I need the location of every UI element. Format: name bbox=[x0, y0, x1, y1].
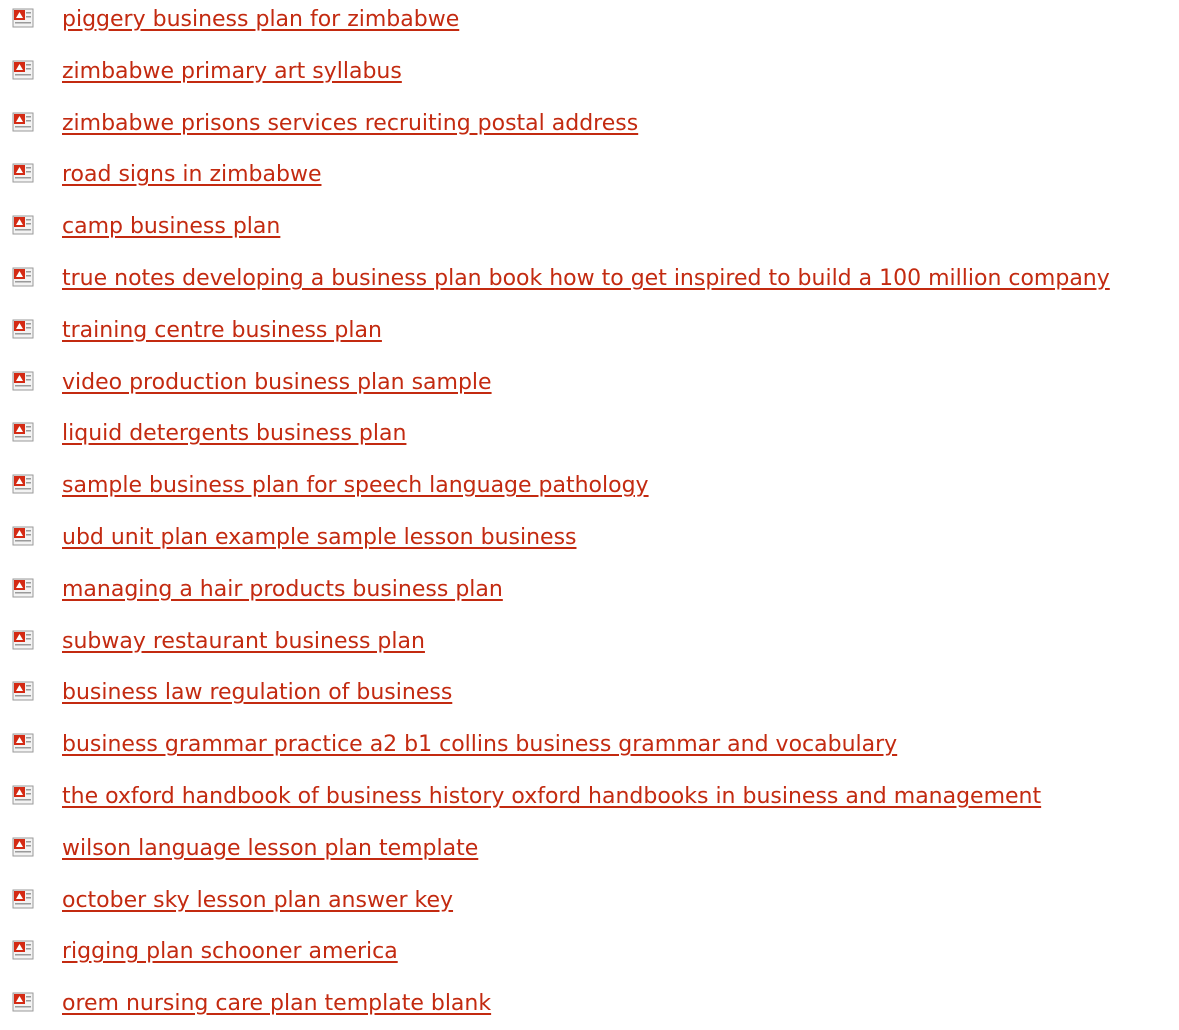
list-item: the oxford handbook of business history … bbox=[0, 783, 1179, 823]
pdf-file-icon[interactable] bbox=[12, 163, 34, 183]
list-item: zimbabwe prisons services recruiting pos… bbox=[0, 110, 1179, 150]
pdf-file-icon[interactable] bbox=[12, 215, 34, 235]
pdf-file-icon[interactable] bbox=[12, 267, 34, 287]
pdf-file-icon[interactable] bbox=[12, 681, 34, 701]
pdf-file-icon[interactable] bbox=[12, 60, 34, 80]
list-item: wilson language lesson plan template bbox=[0, 835, 1179, 875]
list-item: camp business plan bbox=[0, 213, 1179, 253]
pdf-file-icon[interactable] bbox=[12, 889, 34, 909]
pdf-file-icon[interactable] bbox=[12, 371, 34, 391]
list-item: managing a hair products business plan bbox=[0, 576, 1179, 616]
pdf-file-icon[interactable] bbox=[12, 940, 34, 960]
pdf-file-icon[interactable] bbox=[12, 474, 34, 494]
list-item: orem nursing care plan template blank bbox=[0, 990, 1179, 1030]
document-link[interactable]: wilson language lesson plan template bbox=[62, 835, 478, 863]
document-link[interactable]: managing a hair products business plan bbox=[62, 576, 503, 604]
list-item: rigging plan schooner america bbox=[0, 938, 1179, 978]
document-link[interactable]: true notes developing a business plan bo… bbox=[62, 265, 1110, 293]
document-link[interactable]: zimbabwe primary art syllabus bbox=[62, 58, 402, 86]
list-item: road signs in zimbabwe bbox=[0, 161, 1179, 201]
document-link[interactable]: october sky lesson plan answer key bbox=[62, 887, 453, 915]
document-link[interactable]: business law regulation of business bbox=[62, 679, 452, 707]
document-link[interactable]: rigging plan schooner america bbox=[62, 938, 398, 966]
list-item: training centre business plan bbox=[0, 317, 1179, 357]
document-link[interactable]: zimbabwe prisons services recruiting pos… bbox=[62, 110, 638, 138]
document-link[interactable]: road signs in zimbabwe bbox=[62, 161, 321, 189]
document-link[interactable]: sample business plan for speech language… bbox=[62, 472, 649, 500]
list-item: true notes developing a business plan bo… bbox=[0, 265, 1179, 305]
document-link[interactable]: business grammar practice a2 b1 collins … bbox=[62, 731, 897, 759]
document-link[interactable]: camp business plan bbox=[62, 213, 280, 241]
list-item: sample business plan for speech language… bbox=[0, 472, 1179, 512]
pdf-file-icon[interactable] bbox=[12, 630, 34, 650]
document-link[interactable]: video production business plan sample bbox=[62, 369, 492, 397]
document-link[interactable]: ubd unit plan example sample lesson busi… bbox=[62, 524, 577, 552]
pdf-file-icon[interactable] bbox=[12, 526, 34, 546]
list-item: video production business plan sample bbox=[0, 369, 1179, 409]
pdf-file-icon[interactable] bbox=[12, 8, 34, 28]
document-link[interactable]: piggery business plan for zimbabwe bbox=[62, 6, 459, 34]
list-item: business grammar practice a2 b1 collins … bbox=[0, 731, 1179, 771]
pdf-file-icon[interactable] bbox=[12, 837, 34, 857]
document-link[interactable]: subway restaurant business plan bbox=[62, 628, 425, 656]
pdf-file-icon[interactable] bbox=[12, 785, 34, 805]
list-item: zimbabwe primary art syllabus bbox=[0, 58, 1179, 98]
document-link[interactable]: training centre business plan bbox=[62, 317, 382, 345]
list-item: business law regulation of business bbox=[0, 679, 1179, 719]
document-link[interactable]: orem nursing care plan template blank bbox=[62, 990, 491, 1018]
pdf-file-icon[interactable] bbox=[12, 422, 34, 442]
list-item: ubd unit plan example sample lesson busi… bbox=[0, 524, 1179, 564]
pdf-file-icon[interactable] bbox=[12, 992, 34, 1012]
pdf-file-icon[interactable] bbox=[12, 112, 34, 132]
pdf-file-icon[interactable] bbox=[12, 733, 34, 753]
list-item: piggery business plan for zimbabwe bbox=[0, 6, 1179, 46]
list-item: october sky lesson plan answer key bbox=[0, 887, 1179, 927]
pdf-file-icon[interactable] bbox=[12, 578, 34, 598]
list-item: subway restaurant business plan bbox=[0, 628, 1179, 668]
list-item: liquid detergents business plan bbox=[0, 420, 1179, 460]
document-link[interactable]: liquid detergents business plan bbox=[62, 420, 406, 448]
document-link[interactable]: the oxford handbook of business history … bbox=[62, 783, 1041, 811]
pdf-file-icon[interactable] bbox=[12, 319, 34, 339]
